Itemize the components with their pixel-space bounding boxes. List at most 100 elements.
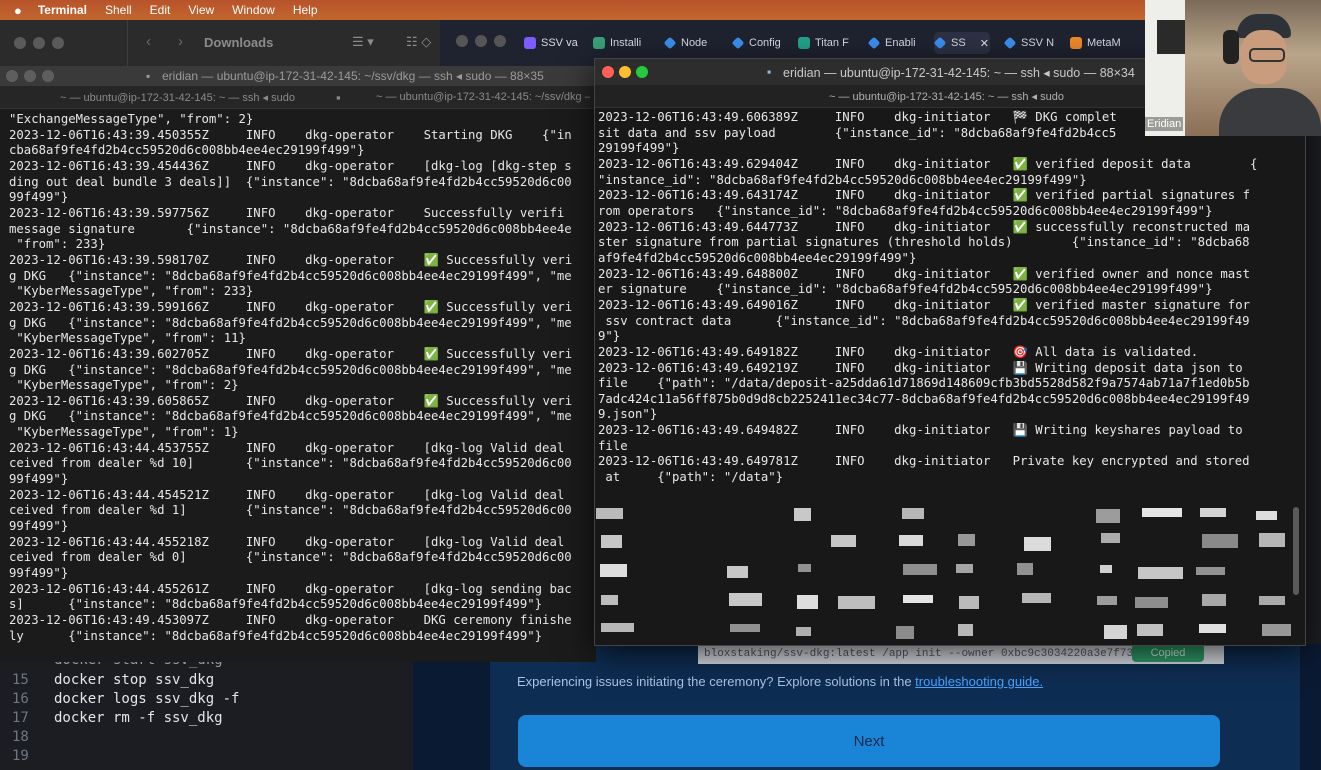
terminal-tab[interactable]: ~ — ubuntu@ip-172-31-42-145: ~ — ssh ◂ s… <box>60 91 295 104</box>
browser-dot <box>494 35 506 47</box>
log-line: 2023-12-06T16:43:49.644773Z INFO dkg-ini… <box>598 219 1250 234</box>
pixelated-block <box>1262 624 1291 636</box>
group-icon[interactable]: ☷ ◇ <box>406 34 431 50</box>
log-line: 2023-12-06T16:43:49.453097Z INFO dkg-ope… <box>9 613 572 627</box>
pixelated-block <box>1196 567 1225 575</box>
log-line: file <box>598 438 628 453</box>
tab-label: Titan F <box>815 37 849 49</box>
terminal-window-operator[interactable]: ▪ eridian — ubuntu@ip-172-31-42-145: ~/s… <box>0 66 596 662</box>
menu-app-name[interactable]: Terminal <box>38 3 87 17</box>
next-button[interactable]: Next <box>518 715 1220 767</box>
log-line: 2023-12-06T16:43:44.455261Z INFO dkg-ope… <box>9 581 572 596</box>
log-line: g DKG {"instance": "8dcba68af9fe4fd2b4cc… <box>9 409 572 424</box>
menu-edit[interactable]: Edit <box>150 3 171 17</box>
log-line: ceived from dealer %d 0] {"instance": "8… <box>9 550 572 565</box>
line-code: docker stop ssv_dkg <box>54 672 215 688</box>
pixelated-block <box>1104 625 1127 639</box>
browser-tab[interactable]: SSV N <box>1004 32 1060 54</box>
log-line: "KyberMessageType", "from": 233} <box>9 284 254 299</box>
log-line: message signature {"instance": "8dcba68a… <box>9 221 572 236</box>
log-line: 2023-12-06T16:43:39.605865Z INFO dkg-ope… <box>9 393 573 408</box>
terminal-tab[interactable]: ~ — ubuntu@ip-172-31-42-145: ~/ssv/dkg —… <box>376 91 590 103</box>
browser-tab[interactable]: Installi <box>593 32 649 54</box>
log-line: 2023-12-06T16:43:39.599166Z INFO dkg-ope… <box>9 299 573 314</box>
line-number: 17 <box>12 710 29 726</box>
browser-tab[interactable]: Enabli <box>868 32 924 54</box>
terminal-tabbar: ~ — ubuntu@ip-172-31-42-145: ~ — ssh ◂ s… <box>0 86 596 109</box>
finder-toolbar: ‹ › Downloads ☰ ▾ ☷ ◇ <box>0 20 440 67</box>
log-line: cba68af9fe4fd2b4cc59520d6c008bb4ee4ec291… <box>9 143 365 158</box>
tab-separator-icon: ▪ <box>336 90 341 105</box>
menu-window[interactable]: Window <box>232 3 275 17</box>
minimize-dot[interactable] <box>619 66 631 78</box>
pixelated-block <box>596 508 623 519</box>
close-dot[interactable] <box>14 37 26 49</box>
copied-button[interactable]: Copied <box>1132 644 1204 662</box>
log-line: 2023-12-06T16:43:44.453755Z INFO dkg-ope… <box>9 440 565 455</box>
pixelated-block <box>797 595 818 609</box>
tab-favicon-icon <box>1070 37 1082 49</box>
pixelated-block <box>956 564 973 573</box>
editor-lines: 15 docker stop ssv_dkg 16 docker logs ssv_… <box>0 672 413 767</box>
tab-label: Installi <box>610 37 642 49</box>
terminal-output: "ExchangeMessageType", "from": 2} 2023-12… <box>9 112 596 660</box>
list-view-icon[interactable]: ☰ ▾ <box>352 34 374 50</box>
browser-tab[interactable]: MetaM <box>1070 32 1130 54</box>
tab-label: Config <box>749 37 781 49</box>
browser-tab[interactable]: SSV va <box>524 32 582 54</box>
pixelated-block <box>899 535 923 546</box>
log-line: ceived from dealer %d 1] {"instance": "8… <box>9 503 572 518</box>
line-number: 19 <box>12 748 29 764</box>
minimize-dot[interactable] <box>24 70 36 82</box>
log-line: 29199f499"} <box>598 141 680 156</box>
zoom-dot[interactable] <box>42 70 54 82</box>
editor-line: 16 docker logs ssv_dkg -f <box>0 691 413 710</box>
close-dot[interactable] <box>6 70 18 82</box>
pixelated-block <box>1200 508 1226 517</box>
menu-view[interactable]: View <box>188 3 214 17</box>
zoom-dot[interactable] <box>636 66 648 78</box>
log-line: g DKG {"instance": "8dcba68af9fe4fd2b4cc… <box>9 362 572 377</box>
browser-tab-active[interactable]: SS ✕ <box>934 32 990 54</box>
log-line: s] {"instance": "8dcba68af9fe4fd2b4cc595… <box>9 597 543 612</box>
scrollbar-thumb[interactable] <box>1293 507 1299 595</box>
troubleshooting-link[interactable]: troubleshooting guide. <box>915 674 1043 689</box>
log-line: 99f499"} <box>9 190 69 205</box>
menu-shell[interactable]: Shell <box>105 3 132 17</box>
log-line: g DKG {"instance": "8dcba68af9fe4fd2b4cc… <box>9 268 572 283</box>
pixelated-block <box>1256 511 1277 520</box>
log-line: 2023-12-06T16:43:44.454521Z INFO dkg-ope… <box>9 487 565 502</box>
pixelated-block <box>831 535 856 547</box>
line-number: 15 <box>12 672 29 688</box>
log-line: "KyberMessageType", "from": 11} <box>9 331 246 346</box>
browser-tab[interactable]: Config <box>732 32 790 54</box>
pixelated-block <box>1202 534 1238 548</box>
code-editor[interactable]: docker start ssv_dkg 15docker stop ssv_d… <box>0 652 413 770</box>
pixelated-block <box>1259 533 1285 547</box>
folder-icon: ▪ <box>767 65 772 79</box>
log-line: rom operators {"instance_id": "8dcba68af… <box>598 203 1213 218</box>
editor-line: 17 docker rm -f ssv_dkg <box>0 710 413 729</box>
close-dot[interactable] <box>602 66 614 78</box>
terminal-window-initiator[interactable]: ▪ eridian — ubuntu@ip-172-31-42-145: ~ —… <box>594 58 1306 646</box>
pixelated-block <box>1097 596 1117 605</box>
zoom-dot[interactable] <box>52 37 64 49</box>
pixelated-block <box>730 624 760 632</box>
tab-label: SSV va <box>541 37 578 49</box>
terminal-output: 2023-12-06T16:43:49.606389Z INFO dkg-ini… <box>598 110 1294 490</box>
forward-icon[interactable]: › <box>178 33 183 50</box>
tab-label: Node <box>681 37 708 49</box>
browser-tab[interactable]: Node <box>664 32 719 54</box>
minimize-dot[interactable] <box>33 37 45 49</box>
log-line: er signature {"instance_id": "8dcba68af9… <box>598 282 1213 297</box>
apple-icon[interactable]: ● <box>14 3 22 18</box>
pixelated-block <box>798 564 811 572</box>
close-icon[interactable]: ✕ <box>980 37 989 50</box>
webcam-name-label: Eridian <box>1145 117 1184 131</box>
menu-help[interactable]: Help <box>293 3 318 17</box>
back-icon[interactable]: ‹ <box>146 33 151 50</box>
pixelated-block <box>601 535 622 548</box>
line-code: docker logs ssv_dkg -f <box>54 691 240 707</box>
browser-tab[interactable]: Titan F <box>798 32 854 54</box>
terminal-tab[interactable]: ~ — ubuntu@ip-172-31-42-145: ~ — ssh ◂ s… <box>829 90 1064 103</box>
